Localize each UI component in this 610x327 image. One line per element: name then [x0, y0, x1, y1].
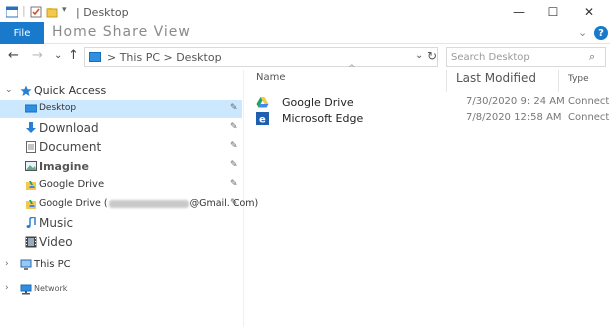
table-row[interactable]: Google Drive 7/30/2020 9: 24 AM Connect — [256, 95, 610, 111]
music-icon — [25, 216, 37, 229]
search-box[interactable]: ⌕ — [446, 47, 606, 67]
help-icon[interactable]: ? — [594, 26, 608, 40]
explorer-window-icon — [5, 6, 19, 18]
chevron-right-icon[interactable]: › — [5, 283, 9, 293]
sidebar-item-google-drive[interactable]: Google Drive ✎ — [0, 176, 242, 194]
google-drive-icon — [25, 198, 37, 210]
sidebar-item-label: Desktop — [39, 103, 77, 113]
search-icon: ⌕ — [589, 50, 596, 63]
this-pc-icon — [89, 52, 101, 62]
computer-icon — [20, 259, 32, 271]
expand-ribbon-chevron-icon[interactable]: ⌄ — [578, 26, 587, 39]
file-date: 7/8/2020 12:58 AM — [466, 112, 562, 123]
file-name[interactable]: Microsoft Edge — [282, 112, 363, 125]
network-node[interactable]: › Network — [0, 280, 242, 298]
sidebar-item-label: Video — [39, 235, 73, 249]
sidebar-item-label: Document — [39, 140, 102, 154]
sidebar-item-music[interactable]: Music — [0, 214, 242, 232]
refresh-icon[interactable]: ↻ — [427, 49, 437, 63]
chevron-down-icon[interactable]: ⌄ — [5, 85, 13, 95]
ribbon-tabs[interactable]: Home Share View — [52, 24, 191, 40]
sidebar-item-google-drive-account[interactable]: Google Drive (@Gmail. Com) ✎ — [0, 195, 258, 213]
title-separator: | — [22, 4, 26, 17]
sidebar-item-desktop[interactable]: Desktop ✎ — [0, 100, 242, 118]
chevron-right-icon[interactable]: › — [5, 259, 9, 269]
quick-access-label: Quick Access — [34, 84, 107, 97]
svg-text:e: e — [259, 115, 266, 126]
address-path[interactable]: > This PC > Desktop — [107, 51, 222, 64]
sidebar-item-label: Imagine — [39, 160, 89, 173]
pin-icon[interactable]: ✎ — [230, 179, 238, 189]
up-button[interactable]: ↑ — [68, 48, 79, 63]
file-tab[interactable]: File — [0, 22, 44, 44]
navigation-bar: ← → ⌄ ↑ > This PC > Desktop ⌄ ↻ ⌕ — [0, 44, 610, 70]
google-drive-icon — [25, 179, 37, 191]
redacted-email — [108, 199, 189, 208]
pin-icon[interactable]: ✎ — [230, 141, 238, 151]
video-icon — [25, 236, 37, 248]
edge-icon: e — [256, 112, 269, 126]
document-icon — [25, 141, 37, 153]
sidebar-item-document[interactable]: Document ✎ — [0, 138, 242, 156]
table-row[interactable]: e Microsoft Edge 7/8/2020 12:58 AM Conne… — [256, 111, 610, 127]
desktop-icon — [24, 103, 38, 115]
column-header-type[interactable]: Type — [568, 74, 589, 84]
network-label: Network — [34, 284, 68, 293]
address-bar[interactable]: > This PC > Desktop ⌄ ↻ — [84, 47, 438, 67]
this-pc-node[interactable]: › This PC — [0, 256, 242, 274]
sidebar-item-label: Download — [39, 121, 99, 135]
sidebar-item-imagine[interactable]: Imagine ✎ — [0, 157, 242, 175]
pin-icon[interactable]: ✎ — [230, 122, 238, 132]
navigation-pane: ⌄ Quick Access Desktop ✎ Download ✎ Docu… — [0, 70, 258, 327]
minimize-button[interactable]: — — [502, 0, 536, 24]
pin-icon[interactable]: ✎ — [230, 160, 238, 170]
recent-locations-dropdown[interactable]: ⌄ — [54, 50, 62, 61]
file-name[interactable]: Google Drive — [282, 96, 354, 109]
title-bar: | ▾ | Desktop — ☐ ✕ — [0, 0, 610, 24]
address-dropdown-chevron-icon[interactable]: ⌄ — [415, 50, 423, 61]
picture-icon — [25, 160, 37, 172]
search-input[interactable] — [451, 50, 583, 64]
ribbon: File Home Share View ⌄ ? — [0, 22, 610, 44]
column-separator[interactable] — [446, 70, 447, 92]
sidebar-item-video[interactable]: Video — [0, 233, 242, 251]
column-header-name[interactable]: Name — [256, 72, 286, 83]
back-button[interactable]: ← — [8, 48, 19, 63]
column-header-last-modified[interactable]: Last Modified — [456, 71, 536, 85]
window-title: | Desktop — [76, 6, 129, 19]
pin-icon[interactable]: ✎ — [230, 103, 238, 113]
forward-button[interactable]: → — [32, 48, 43, 63]
download-icon — [25, 122, 37, 134]
account-label-prefix: Google Drive ( — [39, 198, 108, 209]
sidebar-item-label: Google Drive (@Gmail. Com) — [39, 198, 258, 209]
file-type: Connect — [568, 112, 610, 123]
file-date: 7/30/2020 9: 24 AM — [466, 96, 565, 107]
sidebar-item-label: Music — [39, 216, 74, 230]
close-button[interactable]: ✕ — [572, 0, 606, 24]
maximize-button[interactable]: ☐ — [536, 0, 570, 24]
sort-ascending-icon: ^ — [348, 64, 356, 74]
sidebar-item-label: Google Drive — [39, 179, 105, 190]
file-type: Connect — [568, 96, 610, 107]
new-folder-icon[interactable] — [46, 6, 58, 18]
customize-toolbar-dropdown[interactable]: ▾ — [62, 5, 67, 15]
file-list: ^ Name Last Modified Type Google Drive 7… — [246, 64, 610, 327]
pin-icon[interactable]: ✎ — [230, 198, 238, 208]
properties-icon[interactable] — [30, 6, 42, 18]
column-separator[interactable] — [558, 70, 559, 92]
this-pc-label: This PC — [34, 259, 71, 270]
google-drive-icon — [256, 96, 269, 109]
network-icon — [20, 283, 32, 295]
sidebar-item-download[interactable]: Download ✎ — [0, 119, 242, 137]
quick-access-node[interactable]: ⌄ Quick Access — [0, 82, 242, 100]
star-icon — [20, 85, 32, 97]
